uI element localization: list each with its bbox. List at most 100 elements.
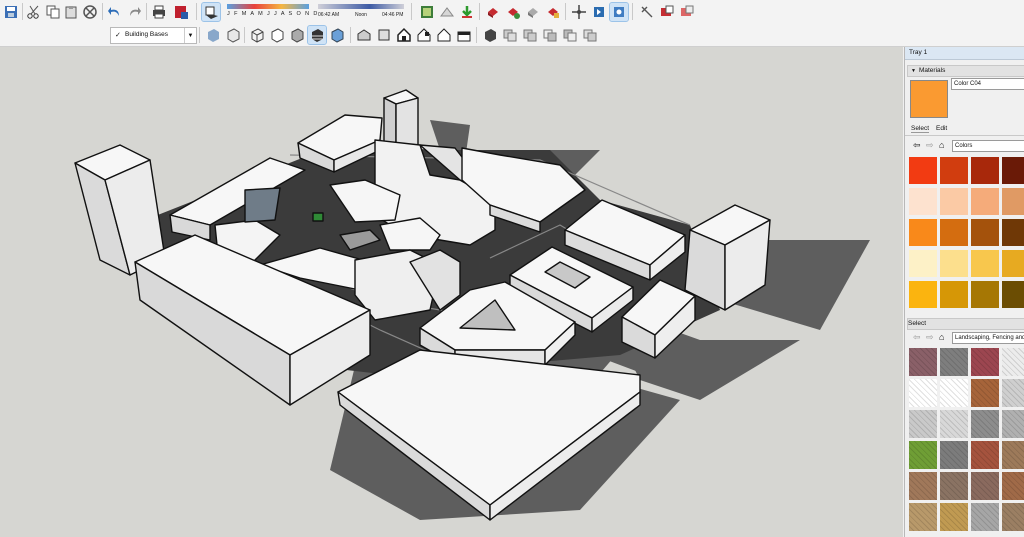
texture-swatch[interactable] — [1002, 503, 1024, 531]
color-swatch[interactable] — [971, 188, 999, 215]
redo-icon[interactable] — [125, 3, 143, 21]
color-swatch[interactable] — [940, 281, 968, 308]
texture-swatch[interactable] — [909, 348, 937, 376]
share-component-icon[interactable] — [524, 3, 542, 21]
texture-swatch[interactable] — [971, 410, 999, 438]
section-plane-icon[interactable] — [638, 3, 656, 21]
texture-swatch[interactable] — [909, 410, 937, 438]
shadow-month-slider[interactable] — [227, 4, 309, 9]
texture-swatch[interactable] — [940, 503, 968, 531]
save-icon[interactable] — [2, 3, 20, 21]
collapse-icon[interactable]: ▼ — [911, 68, 916, 74]
outer-shell-icon[interactable] — [481, 26, 499, 44]
hidden-line-icon[interactable] — [268, 26, 286, 44]
current-material-swatch[interactable] — [910, 80, 948, 118]
color-swatch[interactable] — [940, 250, 968, 277]
color-swatch[interactable] — [909, 157, 937, 184]
xray-icon[interactable] — [204, 26, 222, 44]
texture-swatch[interactable] — [1002, 348, 1024, 376]
shadows-toggle-icon[interactable] — [201, 2, 221, 22]
color-swatch[interactable] — [940, 157, 968, 184]
union-icon[interactable] — [521, 26, 539, 44]
tab-select[interactable]: Select — [911, 125, 930, 133]
intersect-icon[interactable] — [501, 26, 519, 44]
materials-panel-header[interactable]: ▼ Materials — [907, 65, 1024, 77]
model-info-icon[interactable] — [172, 3, 190, 21]
cut-icon[interactable] — [25, 3, 43, 21]
texture-swatch[interactable] — [1002, 441, 1024, 469]
print-icon[interactable] — [150, 3, 168, 21]
display-section-cuts-icon[interactable] — [678, 3, 696, 21]
texture-swatch[interactable] — [1002, 410, 1024, 438]
color-swatch[interactable] — [971, 281, 999, 308]
right-view-icon[interactable] — [415, 26, 433, 44]
look-around-icon[interactable] — [609, 2, 629, 22]
chevron-down-icon[interactable]: ▼ — [184, 28, 196, 43]
left-view-icon[interactable] — [455, 26, 473, 44]
copy-icon[interactable] — [44, 3, 62, 21]
texture-swatch[interactable] — [909, 472, 937, 500]
collection-select[interactable]: Colors — [952, 140, 1024, 152]
texture-swatch[interactable] — [971, 472, 999, 500]
paste-icon[interactable] — [62, 3, 80, 21]
walk-icon[interactable] — [590, 3, 608, 21]
color-swatch[interactable] — [909, 219, 937, 246]
texture-swatch[interactable] — [909, 441, 937, 469]
top-view-icon[interactable] — [375, 26, 393, 44]
subtract-icon[interactable] — [541, 26, 559, 44]
photo-textures-icon[interactable] — [418, 3, 436, 21]
back-arrow-icon[interactable]: ⇦ — [913, 332, 921, 343]
texture-swatch[interactable] — [909, 503, 937, 531]
back-edges-icon[interactable] — [224, 26, 242, 44]
color-swatch[interactable] — [940, 188, 968, 215]
share-model-icon[interactable] — [504, 3, 522, 21]
texture-swatch[interactable] — [940, 379, 968, 407]
color-swatch[interactable] — [971, 219, 999, 246]
tab-edit[interactable]: Edit — [936, 125, 947, 132]
model-viewport[interactable] — [0, 47, 903, 537]
split-icon[interactable] — [581, 26, 599, 44]
texture-swatch[interactable] — [909, 379, 937, 407]
warehouse-icon[interactable] — [484, 3, 502, 21]
texture-swatch[interactable] — [971, 441, 999, 469]
color-swatch[interactable] — [1002, 250, 1024, 277]
position-camera-icon[interactable] — [570, 3, 588, 21]
erase-icon[interactable] — [81, 3, 99, 21]
color-swatch[interactable] — [1002, 219, 1024, 246]
color-swatch[interactable] — [940, 219, 968, 246]
shaded-icon[interactable] — [288, 26, 306, 44]
texture-swatch[interactable] — [940, 472, 968, 500]
texture-swatch[interactable] — [971, 348, 999, 376]
texture-swatch[interactable] — [971, 503, 999, 531]
texture-swatch[interactable] — [1002, 379, 1024, 407]
monochrome-icon[interactable] — [328, 26, 346, 44]
texture-swatch[interactable] — [940, 410, 968, 438]
iso-view-icon[interactable] — [355, 26, 373, 44]
home-icon[interactable]: ⌂ — [939, 140, 944, 150]
wireframe-icon[interactable] — [248, 26, 266, 44]
secondary-collection-select[interactable]: Landscaping, Fencing and Vegetation — [952, 332, 1024, 344]
add-location-icon[interactable] — [438, 3, 456, 21]
home-icon[interactable]: ⌂ — [939, 332, 944, 342]
texture-swatch[interactable] — [971, 379, 999, 407]
back-view-icon[interactable] — [435, 26, 453, 44]
undo-icon[interactable] — [106, 3, 124, 21]
color-swatch[interactable] — [909, 281, 937, 308]
get-models-icon[interactable] — [458, 3, 476, 21]
color-swatch[interactable] — [909, 188, 937, 215]
extension-warehouse-icon[interactable] — [544, 3, 562, 21]
texture-swatch[interactable] — [940, 441, 968, 469]
color-swatch[interactable] — [909, 250, 937, 277]
shaded-textures-icon[interactable] — [307, 25, 327, 45]
display-section-icon[interactable] — [658, 3, 676, 21]
forward-arrow-icon[interactable]: ⇨ — [926, 332, 934, 343]
color-swatch[interactable] — [1002, 157, 1024, 184]
color-swatch[interactable] — [971, 250, 999, 277]
back-arrow-icon[interactable]: ⇦ — [913, 140, 921, 151]
texture-swatch[interactable] — [940, 348, 968, 376]
forward-arrow-icon[interactable]: ⇨ — [926, 140, 934, 151]
color-swatch[interactable] — [1002, 281, 1024, 308]
front-view-icon[interactable] — [395, 26, 413, 44]
color-swatch[interactable] — [971, 157, 999, 184]
shadow-time-slider[interactable] — [318, 4, 404, 9]
